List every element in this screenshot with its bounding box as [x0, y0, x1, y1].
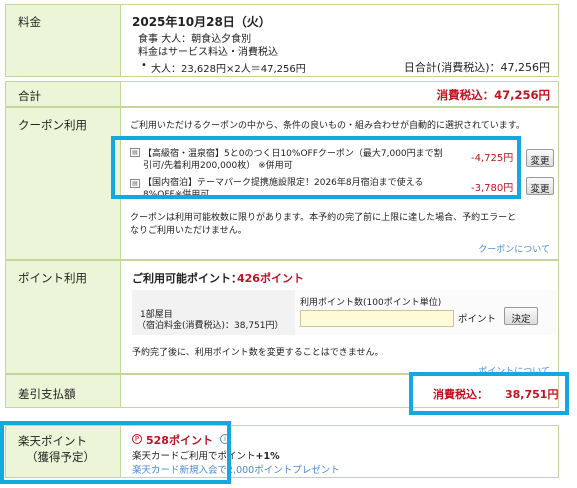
- coupon-note-line1: クーポンは利用可能枚数に限りがあります。本予約の完了前に上限に達した場合、予約エ…: [130, 213, 517, 223]
- room-fee: （宿泊料金(消費税込)：38,751円）: [137, 321, 284, 331]
- points-unit: ポイント: [458, 314, 497, 325]
- point-entry-panel: 1部屋目 （宿泊料金(消費税込)：38,751円） 利用ポイント数(100ポイン…: [132, 290, 556, 335]
- total-section: 合計 消費税込：47,256円: [5, 81, 559, 107]
- rakuten-points-section: 楽天ポイント （獲得予定） P 528ポイント i 楽天カードご利用でポイント+…: [5, 425, 559, 478]
- rakuten-points-label: 楽天ポイント （獲得予定）: [6, 426, 121, 477]
- total-label: 合計: [6, 82, 121, 106]
- card-promo-link[interactable]: 楽天カード新規入会で2,000ポイントプレゼント: [132, 462, 340, 476]
- points-confirm-button[interactable]: 決定: [504, 307, 538, 325]
- rakuten-point-icon: P: [132, 434, 142, 444]
- points-label: ポイント利用: [6, 261, 121, 373]
- coupon-section: クーポン利用 ご利用いただけるクーポンの中から、条件の良いもの・組み合わせが自動…: [5, 107, 559, 260]
- fee-section: 料金 2025年10月28日（火） 食事 大人：朝食込夕食別 料金はサービス料込…: [5, 4, 559, 77]
- daily-total: 日合計(消費税込)：47,256円: [403, 61, 550, 74]
- payment-tax-label: 消費税込：: [433, 388, 488, 401]
- fee-breakdown: 大人：23,628円×2人＝47,256円: [151, 64, 306, 75]
- coupon-item-line2: 引可/先着利用200,000枚） ※併用可: [143, 161, 293, 171]
- rakuten-points-label-line1: 楽天ポイント: [18, 434, 87, 448]
- coupon-change-button[interactable]: 変更: [526, 149, 554, 167]
- coupon-change-button[interactable]: 変更: [526, 177, 554, 195]
- coupon-about-link[interactable]: クーポンについて: [478, 242, 550, 255]
- coupon-intro: ご利用いただけるクーポンの中から、条件の良いもの・組み合わせが自動的に選択されて…: [130, 121, 525, 131]
- bullet-icon: •: [141, 60, 147, 71]
- points-section: ポイント利用 ご利用可能ポイント： 426ポイント 1部屋目 （宿泊料金(消費税…: [5, 260, 559, 377]
- payment-section: 差引支払額 消費税込： 38,751円: [5, 374, 559, 408]
- coupon-ticket-icon: ▤: [130, 148, 140, 157]
- coupon-note-line2: なりご利用いただけません。: [130, 226, 247, 236]
- points-input-label: 利用ポイント数(100ポイント単位): [300, 298, 442, 308]
- card-usage-label: 楽天カードご利用でポイント: [132, 451, 256, 462]
- available-points-label: ご利用可能ポイント：: [132, 272, 242, 285]
- coupon-ticket-icon: ▤: [130, 179, 140, 188]
- coupon-label: クーポン利用: [6, 108, 121, 259]
- tax-note: 料金はサービス料込・消費税込: [138, 47, 278, 58]
- coupon-item-line2: 8%OFF※併用可: [143, 190, 210, 200]
- stay-date: 2025年10月28日（火）: [132, 15, 271, 29]
- rakuten-points-label-line2: （獲得予定）: [26, 450, 95, 464]
- available-points-value: 426ポイント: [237, 272, 304, 285]
- card-bonus: +1%: [255, 451, 280, 462]
- card-usage-text: 楽天カードご利用でポイント+1%: [132, 448, 280, 462]
- payment-label: 差引支払額: [6, 375, 121, 407]
- points-input[interactable]: [300, 310, 454, 327]
- coupon-item-amount: -4,725円: [471, 153, 514, 164]
- total-value: 消費税込：47,256円: [436, 88, 550, 102]
- payment-value: 38,751円: [505, 388, 559, 401]
- fee-label: 料金: [6, 5, 121, 76]
- points-note: 予約完了後に、利用ポイント数を変更することはできません。: [132, 348, 384, 358]
- rakuten-points-value: 528ポイント: [146, 434, 213, 447]
- coupon-item-amount: -3,780円: [471, 183, 514, 194]
- info-icon[interactable]: i: [220, 434, 230, 444]
